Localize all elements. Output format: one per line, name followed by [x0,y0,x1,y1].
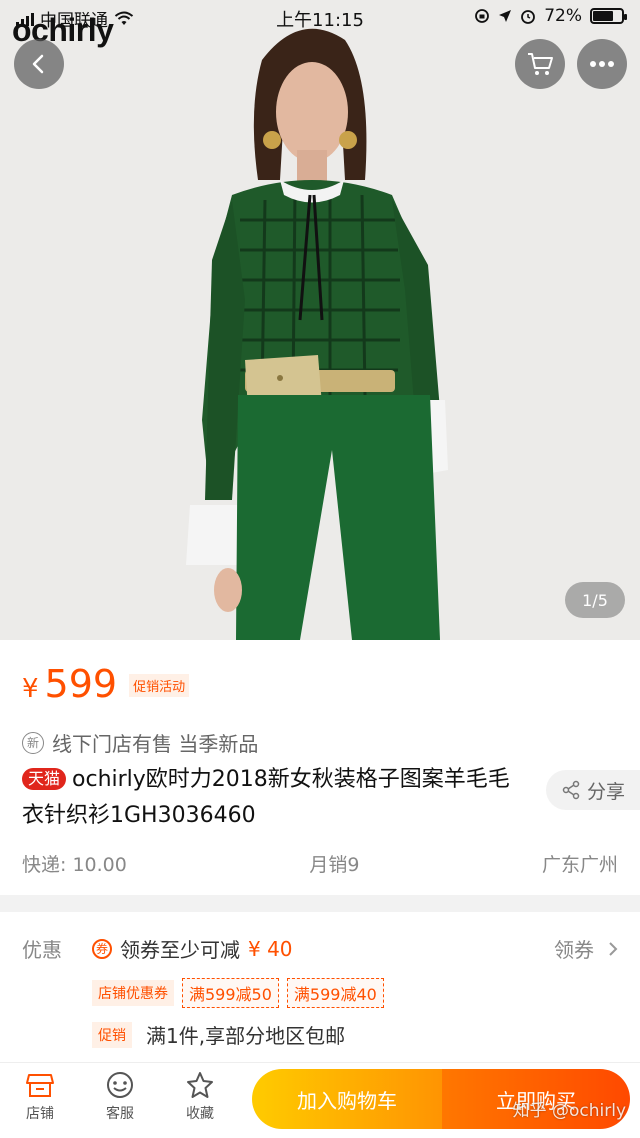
location-icon [499,10,512,22]
tmall-tag: 天猫 [22,768,67,790]
product-title-text: ochirly欧时力2018新女秋装格子图案羊毛毛衣针织衫1GH3036460 [22,767,510,828]
promo-text: 满1件,享部分地区包邮 [146,1024,346,1048]
coupon-amount: ¥ 40 [248,936,293,961]
star-icon [187,1072,213,1098]
meta-row: 快递: 10.00 月销9 广东广州 [22,850,618,877]
battery-percent: 72% [544,6,582,26]
store-coupon[interactable]: 满599减50 [182,978,279,1008]
status-bar: 中国联通 上午11:15 72% [0,0,640,34]
alarm-icon [521,10,536,24]
store-coupon-row: 店铺优惠券 满599减50 满599减40 [92,978,384,1008]
chevron-left-icon [32,54,44,74]
product-image-gallery[interactable]: ochirly 中国联通 上午11:15 72% 1/5 [0,0,640,640]
store-coupon[interactable]: 满599减40 [286,978,384,1008]
cart-icon [528,53,553,75]
watermark: 知乎 @ochirly [512,1101,626,1121]
monthly-sales: 月销9 [309,854,360,876]
service-tab[interactable]: 客服 [90,1071,150,1123]
back-button[interactable] [14,39,64,89]
battery-icon [590,8,627,24]
badge-row: 新 线下门店有售 当季新品 [22,728,258,757]
status-right: 72% [474,6,627,26]
more-icon [590,61,614,67]
product-photo [0,0,640,640]
promotions-label: 优惠 [22,938,62,962]
coupon-icon: 券 [92,938,112,959]
price-row: ¥ 599 促销活动 [22,662,190,706]
store-tab[interactable]: 店铺 [10,1071,70,1123]
promo-label: 促销 [92,1021,132,1048]
add-to-cart-button[interactable]: 加入购物车 [252,1069,442,1129]
store-coupon-label: 店铺优惠券 [92,980,174,1006]
store-label: 店铺 [26,1106,54,1122]
get-coupon-button[interactable]: 领券 [554,934,618,963]
ship-location: 广东广州 [541,854,618,876]
cart-button[interactable] [515,39,565,89]
share-button[interactable]: 分享 [546,770,640,810]
chevron-right-icon [609,941,618,956]
product-title: 天猫 ochirly欧时力2018新女秋装格子图案羊毛毛衣针织衫1GH303646… [22,762,522,834]
share-icon [562,780,580,800]
badge-text: 线下门店有售 当季新品 [52,732,259,756]
service-label: 客服 [106,1106,134,1122]
coupon-line[interactable]: 券 领券至少可减 ¥ 40 [92,934,293,963]
share-label: 分享 [586,780,625,803]
customer-service-icon [107,1072,133,1098]
promo-row: 促销 满1件,享部分地区包邮 [92,1020,345,1049]
new-icon: 新 [22,731,44,754]
store-icon [26,1074,54,1097]
more-button[interactable] [577,39,627,89]
favorite-tab[interactable]: 收藏 [170,1071,230,1123]
promotions-card[interactable]: 优惠 券 领券至少可减 ¥ 40 领券 店铺优惠券 满599减50 满599减4… [0,912,640,1062]
favorite-label: 收藏 [186,1106,214,1122]
rotation-lock-icon [475,9,490,23]
coupon-text: 领券至少可减 [120,938,240,962]
price-value: 599 [44,662,118,706]
shipping-fee: 快递: 10.00 [22,854,127,876]
price-symbol: ¥ [22,674,39,704]
product-info-card: ¥ 599 促销活动 新 线下门店有售 当季新品 天猫 ochirly欧时力201… [0,640,640,895]
get-coupon-label: 领券 [554,938,594,962]
image-counter: 1/5 [565,582,625,618]
promo-activity-tag: 促销活动 [129,674,190,697]
